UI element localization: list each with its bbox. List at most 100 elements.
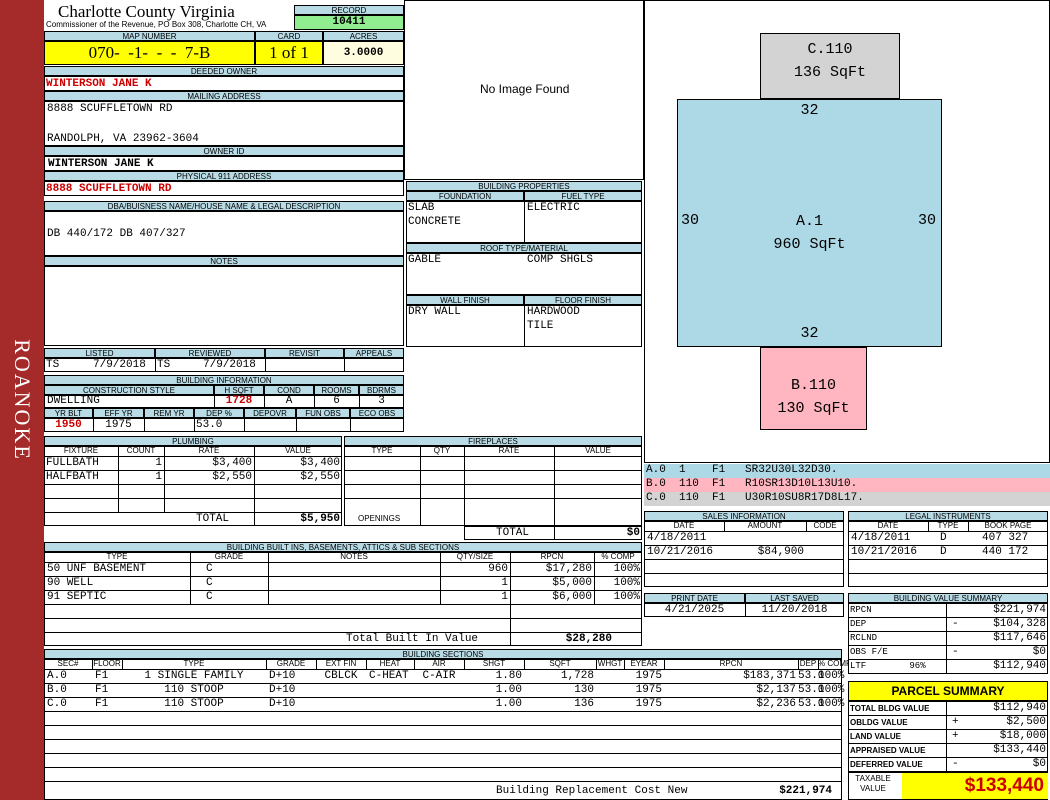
- builtin-hdr-comp: % COMP: [601, 552, 635, 561]
- section-hdr: SHGT: [482, 659, 506, 668]
- building-properties-label: BUILDING PROPERTIES: [406, 181, 642, 191]
- value-col-divider: [946, 645, 947, 659]
- rooms-label: ROOMS: [314, 385, 359, 395]
- section-cell: 136: [574, 698, 594, 710]
- notes-label: NOTES: [44, 256, 404, 266]
- section-col-divider: [798, 659, 799, 669]
- legal-description-label: DBA/BUISNESS NAME/HOUSE NAME & LEGAL DES…: [44, 201, 404, 211]
- construction-style: DWELLING: [47, 395, 100, 407]
- legal-description: DB 440/172 DB 407/327: [47, 228, 186, 240]
- section-cell: 100%: [818, 698, 845, 710]
- section-hdr: DEP: [799, 659, 817, 668]
- card-number: 1 of 1: [255, 41, 323, 65]
- building-info-label: BUILDING INFORMATION: [44, 375, 404, 385]
- builtin-hdr-notes: NOTES: [340, 552, 368, 561]
- remyr-label: REM YR: [144, 408, 194, 418]
- builtin-qty: 960: [488, 563, 508, 575]
- legal-type-1: D: [940, 532, 947, 544]
- builtin-hdr-grade: GRADE: [214, 552, 244, 561]
- section-col-divider: [366, 659, 367, 669]
- roof-type: GABLE: [408, 254, 442, 266]
- section-cell: 1975: [635, 698, 662, 710]
- fireplace-hdr-value: VALUE: [585, 446, 611, 455]
- section-cell: F1: [95, 698, 109, 710]
- section-cell: $2,137: [756, 684, 796, 696]
- taxable-value: $133,440: [902, 773, 1048, 799]
- section-cell: D+10: [269, 684, 296, 696]
- vector-c: C.0 110 F1 U30R10SU8R17D8L17.: [646, 492, 864, 504]
- openings-label: OPENINGS: [358, 514, 401, 523]
- county-title: Charlotte County Virginia: [58, 2, 235, 21]
- legal-date-2: 10/21/2016: [851, 546, 918, 558]
- sketch-c-label: C.110: [807, 41, 853, 58]
- bdrms-label: BDRMS: [359, 385, 404, 395]
- section-col-divider: [524, 659, 525, 669]
- builtins-label: BUILDING BUILT INS, BASEMENTS, ATTICS & …: [44, 542, 642, 552]
- parcel-col-divider: [946, 743, 947, 757]
- sketch-a-label: A.1: [795, 213, 823, 230]
- plumbing-rate-1: $3,400: [212, 457, 252, 469]
- mailing-address-line1: 8888 SCUFFLETOWN RD: [47, 103, 173, 115]
- value-summary-label: RPCN: [850, 605, 872, 615]
- map-number: 070- -1- - - 7-B: [44, 41, 255, 65]
- builtin-hdr-rpcn: RPCN: [540, 552, 564, 561]
- value-summary-label: RCLND: [850, 633, 878, 643]
- parcel-col-divider: [946, 757, 947, 771]
- bedrooms: 3: [378, 395, 385, 407]
- section-cell: 1 SINGLE FAMILY: [144, 670, 244, 682]
- plumbing-rate-2: $2,550: [212, 471, 252, 483]
- mailing-address-label: MAILING ADDRESS: [44, 91, 404, 101]
- building-sections-label: BUILDING SECTIONS: [44, 649, 842, 659]
- value-summary-amount: $0: [1032, 646, 1046, 658]
- heated-sqft: 1728: [225, 395, 253, 407]
- hsqft-label: H SQFT: [214, 385, 264, 395]
- effective-year: 1975: [105, 419, 132, 431]
- section-hdr: HEAT: [379, 659, 401, 668]
- section-row-line: [44, 725, 842, 726]
- builtin-grade: C: [206, 577, 213, 589]
- legal-instruments-label: LEGAL INSTRUMENTS: [848, 511, 1048, 521]
- builtin-total-label: Total Built In Value: [346, 633, 479, 645]
- parcel-amount: $2,500: [1006, 716, 1046, 728]
- vector-a: A.0 1 F1 SR32U30L32D30.: [646, 464, 838, 476]
- rcn-label: Building Replacement Cost New: [496, 785, 688, 797]
- parcel-sign: -: [952, 758, 959, 770]
- record-number: 10411: [294, 15, 404, 30]
- plumbing-hdr-value: VALUE: [285, 446, 311, 455]
- section-col-divider: [818, 659, 819, 669]
- rooms: 6: [333, 395, 340, 407]
- builtin-comp: 100%: [613, 591, 640, 603]
- legal-hdr-bookpage: BOOK PAGE: [984, 521, 1032, 530]
- section-row-line: [44, 781, 842, 782]
- sales-amount-2: $84,900: [757, 546, 804, 558]
- record-label: RECORD: [294, 5, 404, 15]
- section-cell: 100%: [818, 670, 845, 682]
- section-hdr: AIR: [432, 659, 446, 668]
- dep-percent: 53.0: [196, 419, 223, 431]
- year-built: 1950: [55, 419, 82, 431]
- plumbing-label: PLUMBING: [44, 436, 342, 446]
- section-row-line: [44, 711, 842, 712]
- section-hdr: TYPE: [183, 659, 205, 668]
- sketch-right-dim: 30: [918, 212, 937, 229]
- parcel-label: DEFERRED VALUE: [850, 760, 923, 769]
- parcel-label: APPRAISED VALUE: [850, 746, 926, 755]
- effyr-label: EFF YR: [93, 408, 144, 418]
- value-summary-sign: -: [952, 646, 959, 658]
- listed-date: 7/9/2018: [93, 359, 146, 371]
- wall-finish: DRY WALL: [408, 306, 461, 318]
- rcn-value: $221,974: [779, 785, 832, 797]
- section-cell: F1: [95, 684, 109, 696]
- section-cell: C.0: [47, 698, 67, 710]
- parcel-amount: $112,940: [993, 702, 1046, 714]
- floor-finish-1: HARDWOOD: [527, 306, 580, 318]
- plumbing-total: $5,950: [300, 513, 340, 525]
- value-summary-label: DEP: [850, 619, 867, 629]
- plumbing-hdr-count: COUNT: [126, 446, 156, 455]
- section-col-divider: [92, 659, 93, 669]
- legal-bookpage-2: 440 172: [982, 546, 1029, 558]
- fireplace-hdr-qty: QTY: [433, 446, 451, 455]
- value-summary-label: BUILDING VALUE SUMMARY: [848, 593, 1048, 603]
- commissioner-subtitle: Commissioner of the Revenue, PO Box 308,…: [46, 20, 267, 29]
- section-cell: 130: [574, 684, 594, 696]
